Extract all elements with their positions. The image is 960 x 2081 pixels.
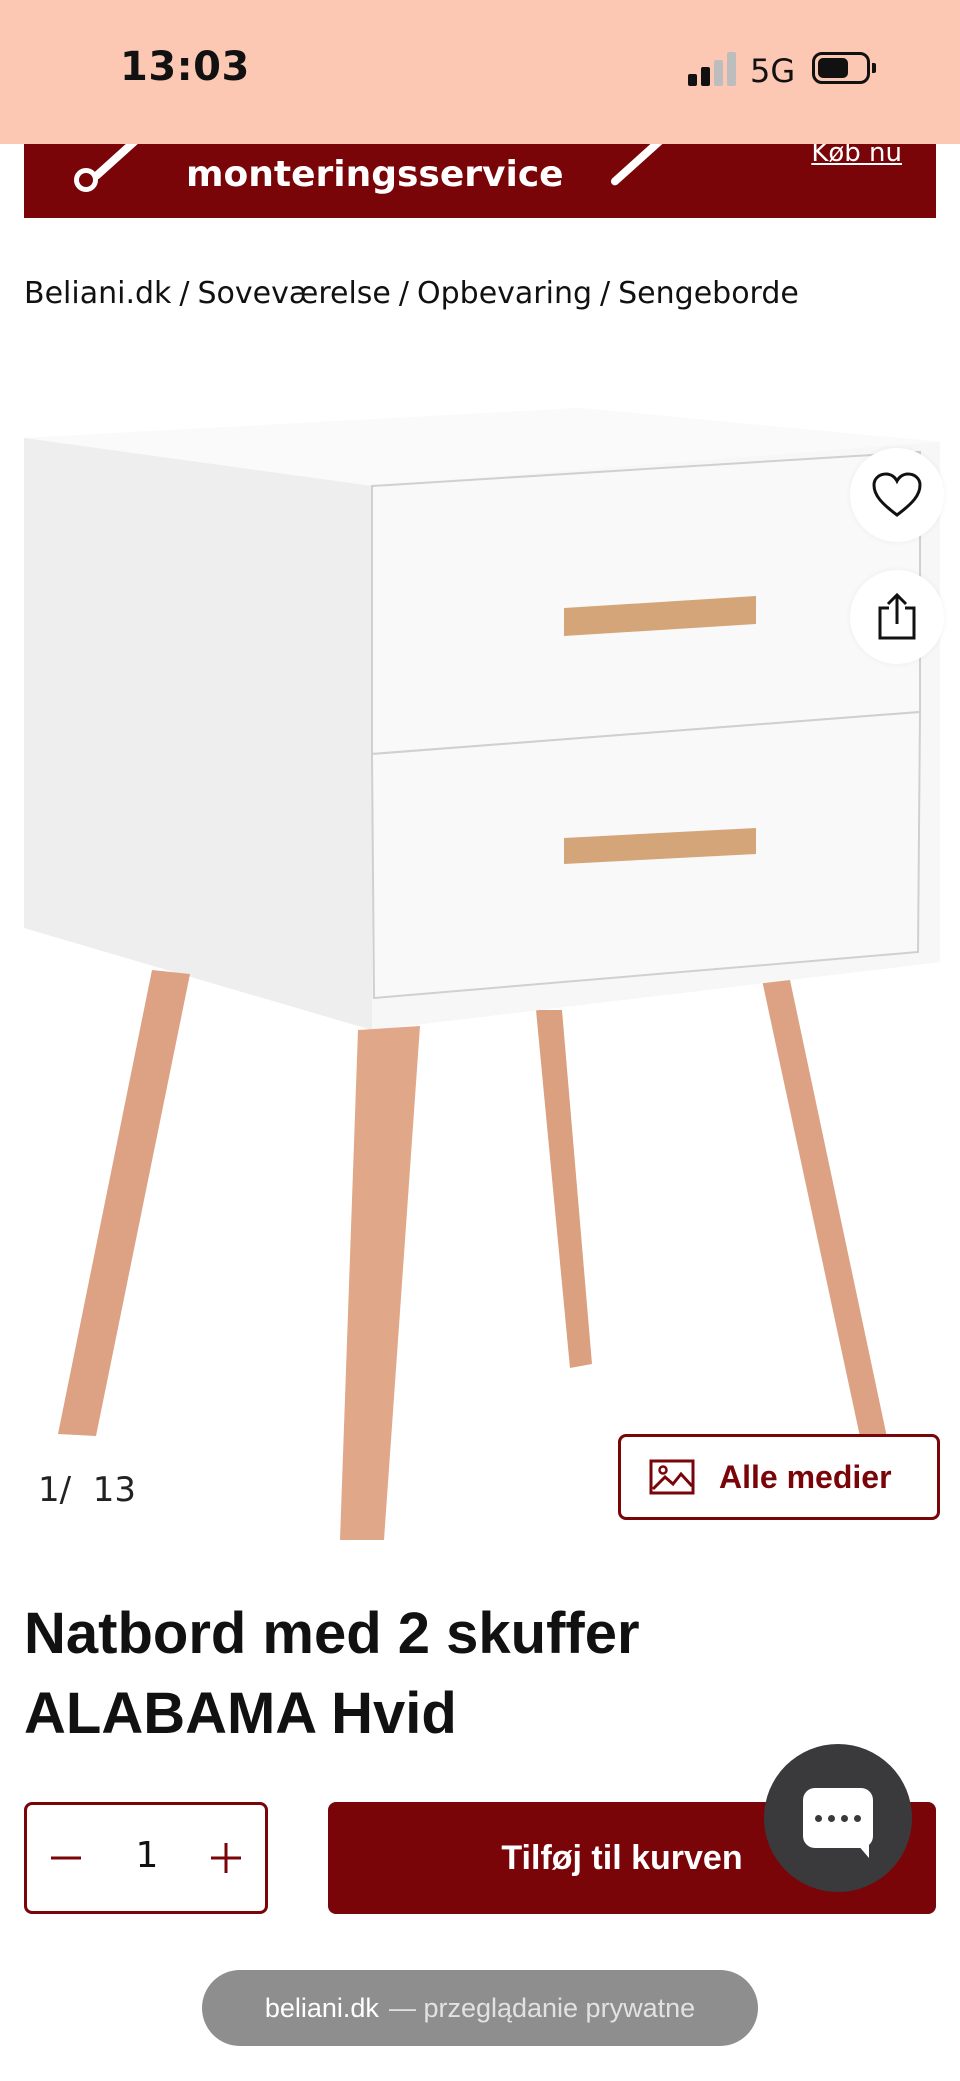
- image-counter: 1/ 13: [38, 1470, 136, 1510]
- promo-text: monteringsservice: [186, 154, 564, 195]
- increase-quantity-button[interactable]: [199, 1831, 253, 1885]
- wishlist-button[interactable]: [850, 448, 944, 542]
- breadcrumb-item-bedside-tables[interactable]: Sengeborde: [618, 276, 799, 311]
- status-time: 13:03: [120, 44, 250, 90]
- product-image: [24, 408, 940, 1540]
- browser-address-bar[interactable]: beliani.dk — przeglądanie prywatne: [202, 1970, 758, 2046]
- breadcrumb-item-bedroom[interactable]: Soveværelse: [198, 276, 391, 311]
- all-media-label: Alle medier: [719, 1458, 892, 1495]
- network-type: 5G: [750, 52, 796, 90]
- plus-icon: [211, 1843, 241, 1873]
- browser-mode-text: — przeglądanie prywatne: [388, 1992, 696, 2023]
- image-counter-current: 1: [38, 1470, 60, 1510]
- chat-bubble-icon: [803, 1788, 873, 1858]
- promo-banner[interactable]: monteringsservice Køb nu: [24, 144, 936, 218]
- minus-icon: [51, 1856, 81, 1860]
- breadcrumb-separator: /: [179, 276, 190, 311]
- product-title-line-1: Natbord med 2 skuffer: [24, 1601, 640, 1666]
- buy-now-link[interactable]: Køb nu: [811, 144, 902, 168]
- breadcrumb-item-home[interactable]: Beliani.dk: [24, 276, 171, 311]
- quantity-stepper: 1: [24, 1802, 268, 1914]
- breadcrumb: Beliani.dk / Soveværelse / Opbevaring / Sengeb…: [24, 276, 799, 311]
- image-counter-separator: /: [59, 1470, 72, 1510]
- status-bar: 13:03 5G: [0, 0, 960, 144]
- decrease-quantity-button[interactable]: [39, 1831, 93, 1885]
- share-button[interactable]: [850, 570, 944, 664]
- chat-button[interactable]: [764, 1744, 912, 1892]
- product-gallery[interactable]: 1/ 13 Alle medier: [0, 390, 960, 1540]
- breadcrumb-item-storage[interactable]: Opbevaring: [417, 276, 592, 311]
- signal-icon: [688, 52, 738, 86]
- share-icon: [878, 592, 916, 640]
- browser-domain: beliani.dk: [264, 1992, 379, 2023]
- quantity-value[interactable]: 1: [107, 1835, 187, 1876]
- breadcrumb-separator: /: [398, 276, 409, 311]
- image-counter-total: 13: [92, 1470, 136, 1510]
- product-title-line-2: ALABAMA Hvid: [24, 1681, 457, 1746]
- all-media-button[interactable]: Alle medier: [618, 1434, 940, 1520]
- breadcrumb-separator: /: [600, 276, 611, 311]
- product-title: Natbord med 2 skuffer ALABAMA Hvid: [24, 1594, 784, 1754]
- image-icon: [649, 1459, 695, 1495]
- heart-icon: [872, 472, 922, 517]
- battery-icon: [812, 52, 876, 84]
